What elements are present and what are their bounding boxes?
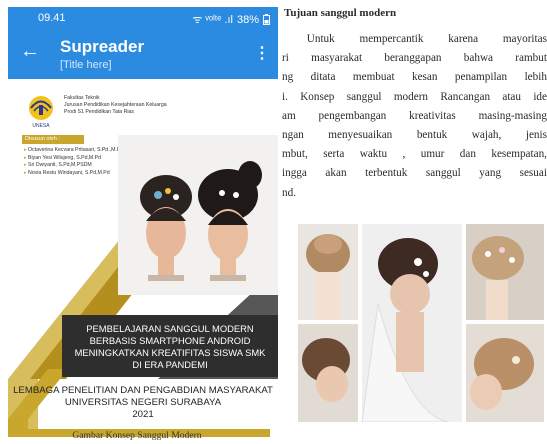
mannequin-heads-image — [118, 135, 278, 295]
author-item: Novia Restu Windayani, S.Pd,M.Pd — [24, 170, 129, 178]
faculty-line: Prodi S1 Pendidikan Tata Rias — [64, 109, 134, 115]
paragraph-word: Untuk — [306, 33, 335, 45]
paragraph-word: akan — [325, 167, 347, 180]
cover-title-line: PEMBELAJARAN SANGGUL MODERN — [86, 323, 254, 334]
paragraph-word: mempercantik — [359, 33, 424, 45]
cover-title-line: MENINGKATKAN KREATIFITAS SISWA SMK — [74, 347, 266, 358]
paragraph-word: kreativitas — [409, 109, 456, 122]
paragraph-word: atau — [502, 90, 521, 103]
paragraph-word: umur — [420, 148, 445, 161]
status-time: 09.41 — [38, 12, 66, 24]
paragraph-word: jenis — [525, 129, 547, 142]
paragraph-word: ri — [282, 52, 289, 65]
paragraph-line: nd. — [282, 184, 547, 203]
status-icons: ᯤ ᵛᵒˡᵗᵉ .ıl 38% — [192, 12, 270, 27]
paragraph-word: beranggapan — [384, 52, 442, 65]
paragraph-word: dan — [459, 148, 476, 161]
paragraph-word: kesan — [412, 71, 438, 84]
app-title: Supreader — [60, 37, 145, 56]
paragraph-word: , — [402, 148, 406, 161]
faculty-line: Fakultas Teknik — [64, 95, 100, 101]
university-logo: UNESA — [29, 96, 53, 129]
paragraph-word: membuat — [352, 71, 395, 84]
paragraph-word: masyarakat — [311, 52, 363, 65]
paragraph-word: ngan — [282, 129, 304, 142]
authors-list: Octaverina Kecvara Pritasari, S.Pd.,M.Fa… — [24, 147, 129, 177]
cover-title-banner: PEMBELAJARAN SANGGUL MODERN BERBASIS SMA… — [62, 315, 278, 377]
paragraph-word: wajah, — [471, 129, 502, 142]
faculty-block: Fakultas Teknik Jurusan Pendidikan Kesej… — [64, 95, 167, 116]
paragraph-word: bahwa — [463, 52, 493, 65]
hairstyle-photo — [298, 324, 358, 422]
paragraph-word: am — [282, 109, 296, 122]
cover-title-line: BERBASIS SMARTPHONE ANDROID — [89, 335, 251, 346]
paragraph-word: terbentuk — [365, 167, 408, 180]
phone-screen: 09.41 ᯤ ᵛᵒˡᵗᵉ .ıl 38% ← Supreader [Title… — [8, 7, 278, 437]
battery-icon — [263, 14, 270, 25]
paragraph-line: ingga akan terbentuk sanggul yang sesuai — [282, 164, 547, 183]
hairstyle-photo-collage — [298, 224, 544, 422]
signal-icon: ᯤ ᵛᵒˡᵗᵉ .ıl — [192, 14, 233, 26]
back-arrow-icon[interactable]: ← — [20, 41, 40, 61]
author-item: Octaverina Kecvara Pritasari, S.Pd.,M.Fa… — [24, 147, 129, 155]
paragraph-word: pengembangan — [318, 109, 387, 122]
paragraph-word: nd. — [282, 186, 296, 199]
cover-title-line: DI ERA PANDEMI — [132, 359, 208, 370]
paragraph-word: rambut — [515, 52, 547, 65]
paragraph-word: yang — [479, 167, 502, 180]
paragraph-word: waktu — [359, 148, 388, 161]
institution-line: LEMBAGA PENELITIAN DAN PENGABDIAN MASYAR… — [13, 385, 273, 396]
paragraph-word: bentuk — [416, 129, 448, 142]
hairstyle-photo — [298, 224, 358, 320]
paragraph-line: ng ditata membuat kesan penampilan lebih — [282, 68, 547, 87]
author-item: Biyan Yesi Wilujeng, S.Pd,M.Pd — [24, 155, 129, 163]
figure-caption: Gambar Konsep Sanggul Modern — [72, 430, 202, 441]
more-vert-icon[interactable]: ⋮ — [254, 43, 270, 63]
app-subtitle: [Title here] — [60, 59, 112, 71]
paragraph-word: Rancangan — [440, 90, 491, 103]
app-bar: ← Supreader [Title here] ⋮ — [8, 29, 278, 79]
paragraph-word: mayoritas — [502, 33, 547, 45]
status-bar: 09.41 ᯤ ᵛᵒˡᵗᵉ .ıl 38% — [8, 7, 278, 29]
body-paragraph: Untuk mempercantik karena mayoritas ri masyar… — [282, 30, 547, 203]
paragraph-word: i. — [282, 90, 288, 103]
paragraph-word: sesuai — [519, 167, 547, 180]
byline-label: Disusun oleh : — [22, 135, 84, 144]
institution-line: UNIVERSITAS NEGERI SURABAYA — [64, 397, 222, 408]
paragraph-word: lebih — [524, 71, 547, 84]
paragraph-word: masing-masing — [478, 109, 547, 122]
paragraph-line: mbut, serta waktu, umur dan kesempatan, — [282, 145, 547, 164]
paragraph-word: kesempatan, — [491, 148, 547, 161]
publication-year: 2021 — [132, 409, 154, 420]
section-heading: Tujuan sanggul modern — [284, 7, 397, 19]
paragraph-line: i. Konsep sanggul modern Rancangan atau ide — [282, 88, 547, 107]
paragraph-word: mbut, — [282, 148, 308, 161]
institution-block: LEMBAGA PENELITIAN DAN PENGABDIAN MASYAR… — [8, 385, 278, 421]
paragraph-word: Konsep — [300, 90, 335, 103]
paragraph-line: ngan menyesuaikan bentuk wajah, jenis — [282, 126, 547, 145]
paragraph-line: ri masyarakat beranggapan bahwa rambut — [282, 49, 547, 68]
paragraph-word: serta — [323, 148, 345, 161]
hairstyle-photo — [466, 324, 544, 422]
paragraph-word: ingga — [282, 167, 307, 180]
paragraph-line: am pengembangan kreativitas masing-masing — [282, 107, 547, 126]
paragraph-word: karena — [448, 33, 479, 45]
faculty-line: Jurusan Pendidikan Kesejahteraan Keluarg… — [64, 102, 167, 108]
paragraph-line: Untuk mempercantik karena mayoritas — [282, 30, 547, 49]
paragraph-word: penampilan — [454, 71, 508, 84]
paragraph-word: ng — [282, 71, 294, 84]
logo-caption: UNESA — [32, 123, 50, 129]
paragraph-word: sanggul — [425, 167, 461, 180]
paragraph-word: ditata — [310, 71, 336, 84]
hairstyle-photo — [361, 224, 462, 422]
paragraph-word: ide — [533, 90, 547, 103]
hairstyle-photo — [466, 224, 544, 320]
author-item: Sri Dwiyanti, S.Pd,M.PSDM — [24, 162, 129, 170]
paragraph-word: modern — [393, 90, 429, 103]
battery-level: 38% — [236, 13, 259, 26]
paragraph-word: sanggul — [346, 90, 382, 103]
paragraph-word: menyesuaikan — [328, 129, 393, 142]
book-cover: UNESA Fakultas Teknik Jurusan Pendidikan… — [8, 79, 278, 437]
